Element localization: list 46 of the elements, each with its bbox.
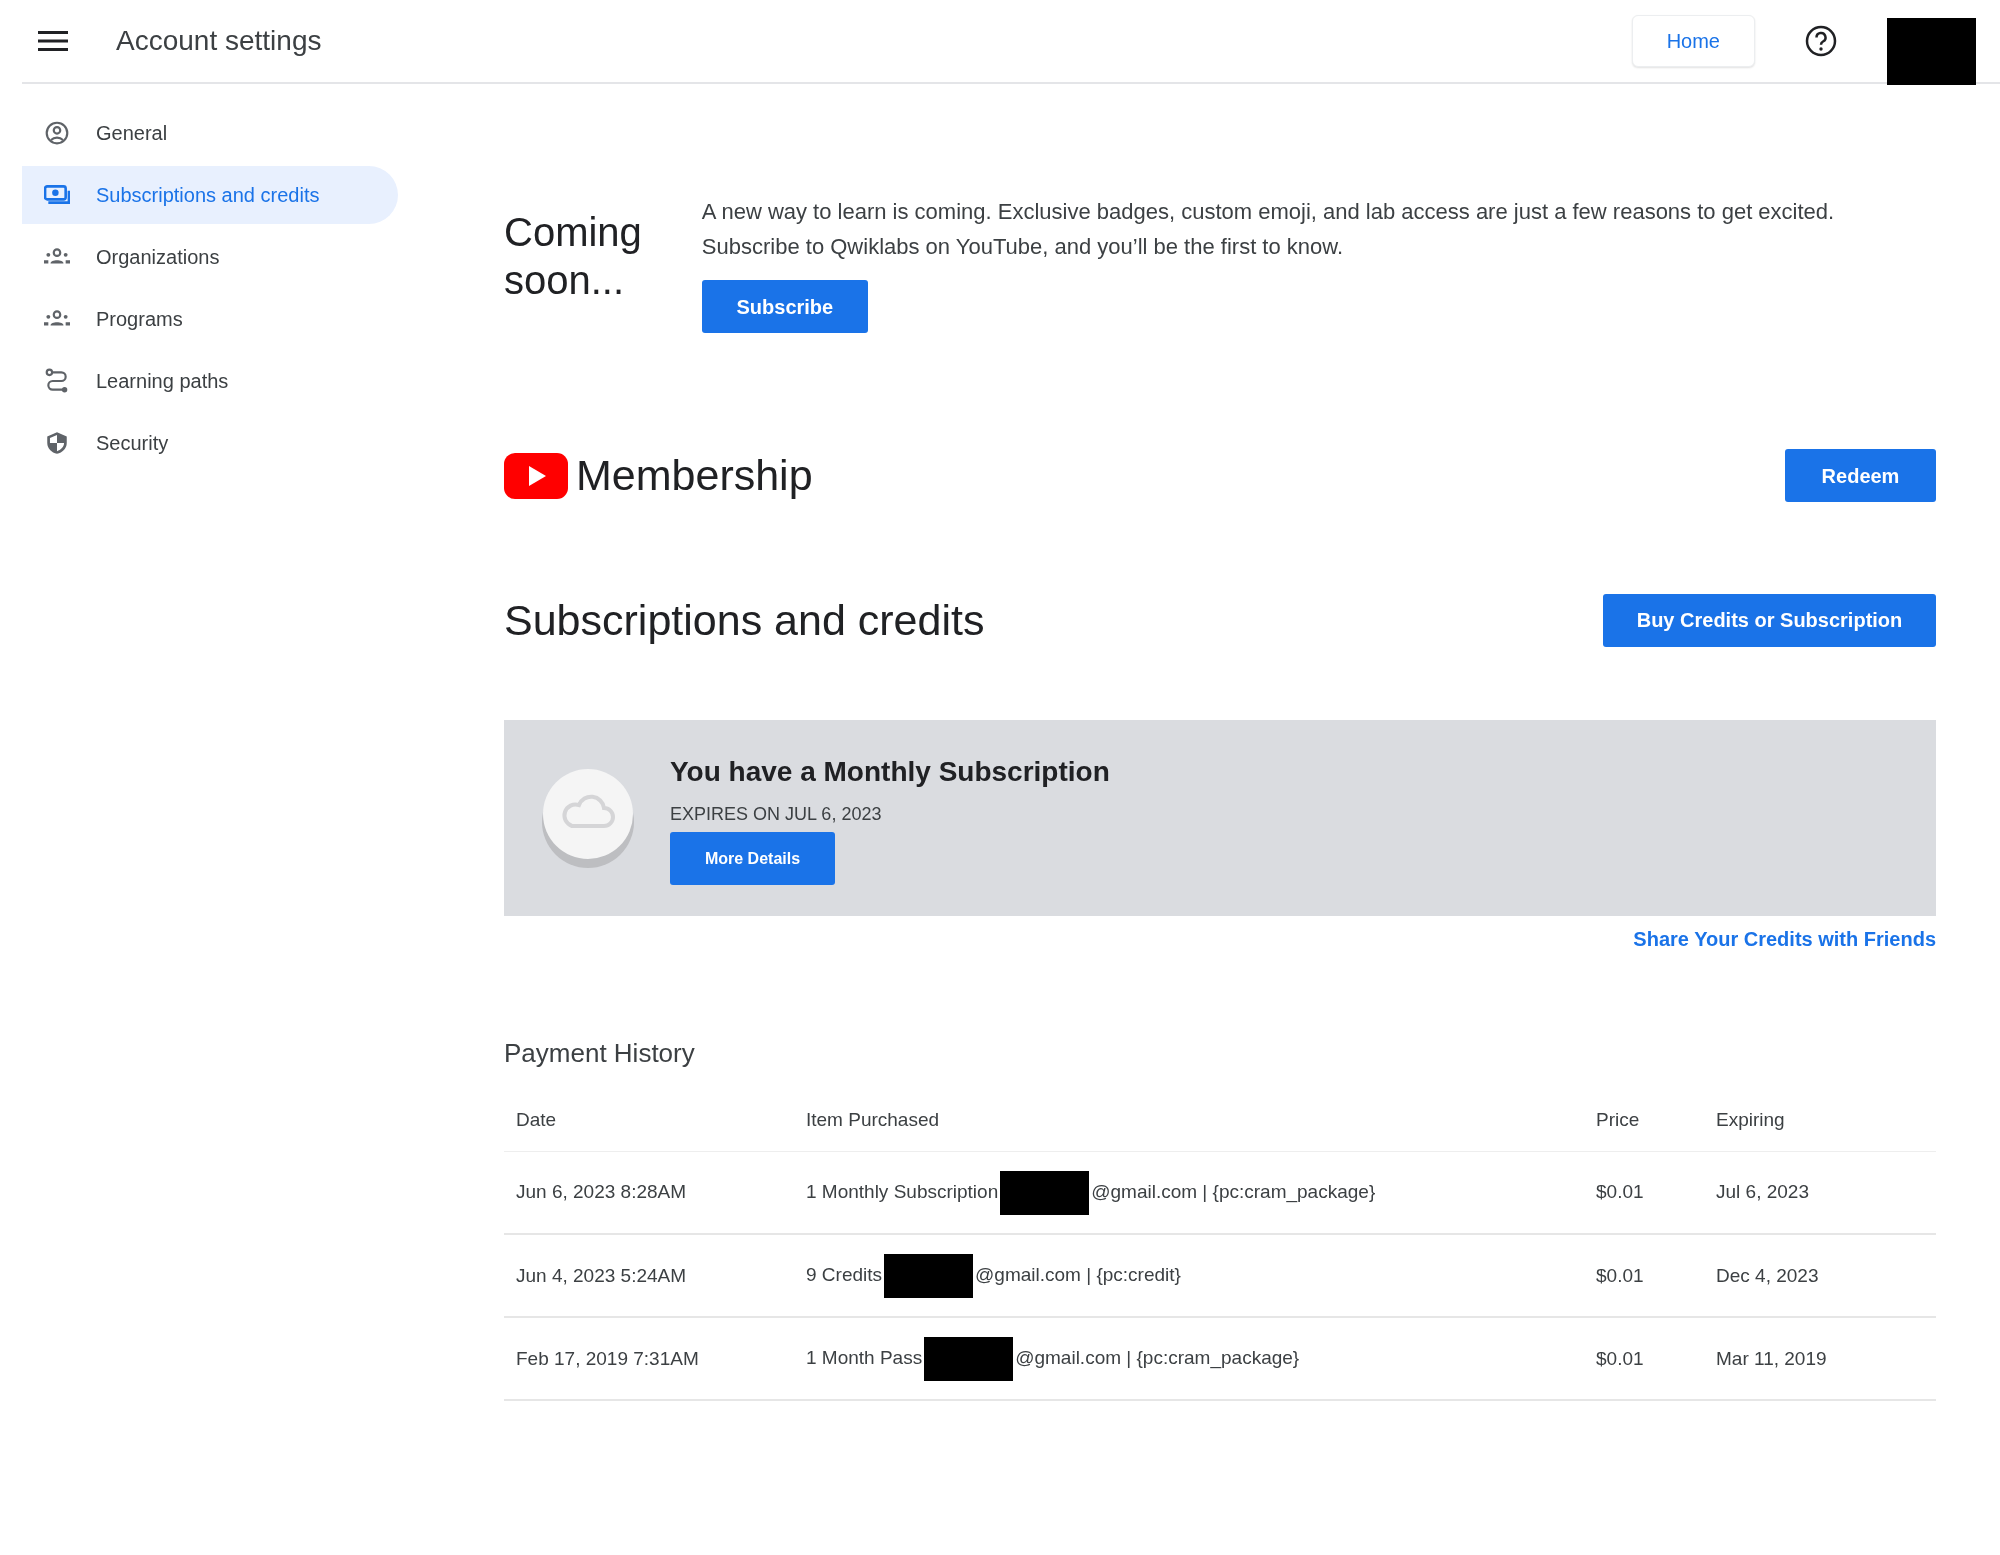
table-cell: Jun 4, 2023 5:24AM bbox=[504, 1234, 794, 1318]
home-button[interactable]: Home bbox=[1631, 15, 1755, 67]
coming-soon-heading: Coming soon... bbox=[504, 209, 642, 304]
table-cell: Jul 6, 2023 bbox=[1704, 1151, 1936, 1235]
more-details-button[interactable]: More Details bbox=[670, 832, 835, 886]
membership-heading: Membership bbox=[576, 450, 813, 502]
column-header: Price bbox=[1584, 1089, 1704, 1152]
item-text: @gmail.com | {pc:credit} bbox=[975, 1263, 1181, 1285]
table-cell: Feb 17, 2019 7:31AM bbox=[504, 1317, 794, 1401]
announcement-text: A new way to learn is coming. Exclusive badges, custom emoji, and lab access are just a few reasons to get excited. Subscribe to Qwiklabs on YouTube, and you’ll be the first to know. bbox=[701, 198, 1836, 262]
table-cell: Mar 11, 2019 bbox=[1704, 1317, 1936, 1401]
payment-history-heading: Payment History bbox=[504, 1037, 696, 1071]
sidebar-item[interactable]: Subscriptions and credits bbox=[22, 166, 398, 224]
menu-icon[interactable] bbox=[38, 30, 68, 52]
sidebar-item[interactable]: General bbox=[22, 104, 398, 162]
expiry-text: EXPIRES ON JUL 6, 2023 bbox=[670, 803, 883, 827]
share-credits-link[interactable]: Share Your Credits with Friends bbox=[1633, 924, 1936, 955]
table-cell: Dec 4, 2023 bbox=[1704, 1234, 1936, 1318]
column-header: Item Purchased bbox=[794, 1089, 1584, 1152]
route-icon bbox=[44, 368, 70, 394]
table-cell: $0.01 bbox=[1584, 1234, 1704, 1318]
sidebar-item[interactable]: Programs bbox=[22, 290, 398, 348]
item-text: 1 Monthly Subscription bbox=[806, 1180, 999, 1202]
table-cell: $0.01 bbox=[1584, 1151, 1704, 1235]
item-text: 9 Credits bbox=[806, 1263, 883, 1285]
column-header: Expiring bbox=[1704, 1089, 1936, 1152]
item-text: @gmail.com | {pc:cram_package} bbox=[1015, 1346, 1300, 1368]
item-text: 1 Month Pass bbox=[806, 1346, 923, 1368]
help-icon[interactable] bbox=[1805, 25, 1837, 57]
cloud-badge-icon bbox=[540, 768, 636, 869]
subscription-title: You have a Monthly Subscription bbox=[670, 755, 1110, 790]
table-cell: Jun 6, 2023 8:28AM bbox=[504, 1151, 794, 1235]
subscribe-button[interactable]: Subscribe bbox=[701, 280, 868, 334]
buy-credits-button[interactable]: Buy Credits or Subscription bbox=[1603, 593, 1936, 647]
person-icon bbox=[44, 120, 70, 146]
table-cell: $0.01 bbox=[1584, 1317, 1704, 1401]
column-header: Date bbox=[504, 1089, 794, 1152]
sidebar-item[interactable]: Organizations bbox=[22, 228, 398, 286]
play-logo-icon bbox=[504, 452, 568, 499]
sidebar-item[interactable]: Security bbox=[22, 414, 398, 472]
shield-icon bbox=[44, 430, 70, 456]
item-text: @gmail.com | {pc:cram_package} bbox=[1091, 1180, 1376, 1202]
redeem-button[interactable]: Redeem bbox=[1785, 449, 1936, 503]
subscriptions-heading: Subscriptions and credits bbox=[504, 594, 985, 646]
sidebar-item[interactable]: Learning paths bbox=[22, 352, 398, 410]
app-title: Account settings bbox=[116, 24, 322, 58]
